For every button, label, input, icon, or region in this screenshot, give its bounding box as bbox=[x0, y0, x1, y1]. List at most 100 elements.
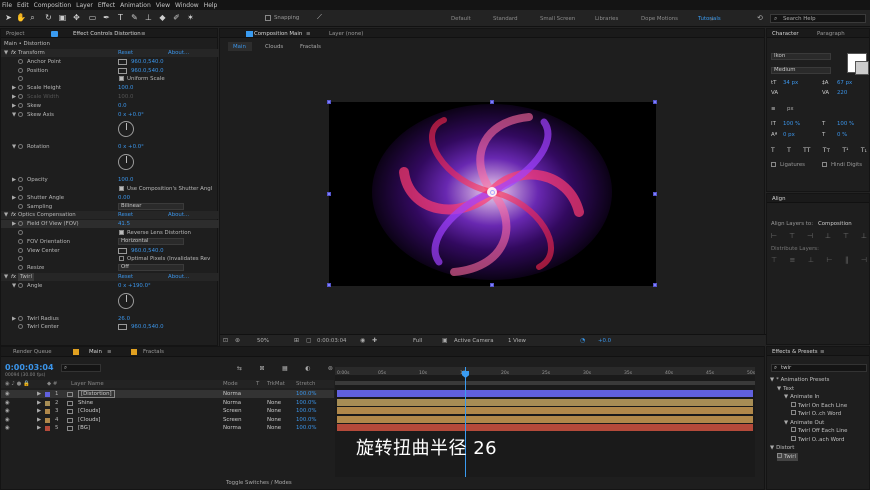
effect-dropdown[interactable]: Off bbox=[118, 264, 184, 272]
layer-label-color[interactable] bbox=[45, 426, 50, 432]
stopwatch-icon[interactable] bbox=[18, 58, 23, 64]
camera-view-dropdown[interactable]: Active Camera bbox=[454, 338, 494, 344]
eye-icon[interactable]: ◉ bbox=[5, 416, 10, 424]
stopwatch-icon[interactable] bbox=[18, 186, 23, 191]
col-trkmat[interactable]: TrkMat bbox=[267, 381, 285, 387]
layer-trkmat-dropdown[interactable]: None bbox=[267, 416, 281, 424]
tab-fractals[interactable]: Fractals bbox=[143, 349, 164, 355]
stopwatch-icon[interactable] bbox=[18, 203, 23, 209]
magnification-dropdown[interactable]: 50% bbox=[257, 338, 269, 344]
workspace-dope-motions[interactable]: Dope Motions bbox=[641, 16, 678, 22]
twirl-right-icon[interactable]: ▶ bbox=[37, 407, 41, 415]
zoom-tool-icon[interactable]: ⌕ bbox=[28, 13, 37, 22]
leading-value[interactable]: 67 px bbox=[837, 80, 852, 86]
layer-bounding-handle[interactable] bbox=[327, 192, 331, 196]
angle-dial[interactable] bbox=[118, 154, 134, 171]
layer-bounding-handle[interactable] bbox=[653, 100, 657, 104]
toggle-switches-modes[interactable]: Toggle Switches / Modes bbox=[226, 480, 292, 486]
layer-name[interactable]: [Clouds] bbox=[78, 407, 100, 415]
effects-tree-item[interactable]: Twirl O..ch Word bbox=[791, 410, 841, 418]
stopwatch-icon[interactable] bbox=[18, 282, 23, 288]
time-ruler[interactable]: 0:00s05s10s15s20s25s30s35s40s45s50s bbox=[335, 370, 755, 380]
effect-checkbox[interactable] bbox=[119, 256, 124, 262]
layer-stretch[interactable]: 100.0% bbox=[296, 399, 317, 407]
stopwatch-icon[interactable] bbox=[18, 247, 23, 253]
effect-param-value[interactable]: 0.0 bbox=[118, 102, 127, 110]
tab-effects-presets[interactable]: Effects & Presets bbox=[772, 349, 818, 355]
effect-reset-link[interactable]: Reset bbox=[118, 273, 133, 281]
twirl-right-icon[interactable]: ▶ bbox=[12, 102, 16, 110]
crosshair-icon[interactable] bbox=[118, 247, 127, 254]
tab-character[interactable]: Character bbox=[772, 31, 799, 37]
tab-layer-none[interactable]: Layer (none) bbox=[329, 31, 363, 37]
region-of-interest-icon[interactable]: ▣ bbox=[442, 337, 448, 344]
timeline-switches[interactable]: ⇆ ⊠ ▦ ◐ ⊚ bbox=[237, 365, 333, 373]
horizontal-scale-value[interactable]: 100 % bbox=[837, 121, 854, 127]
layer-mode-dropdown[interactable]: Screen bbox=[223, 416, 242, 424]
eraser-tool-icon[interactable]: ◆ bbox=[158, 13, 167, 22]
effect-checkbox[interactable] bbox=[119, 186, 124, 191]
align-to-dropdown[interactable]: Composition bbox=[818, 221, 852, 227]
layer-bounding-handle[interactable] bbox=[490, 100, 494, 104]
layer-trkmat-dropdown[interactable]: None bbox=[267, 399, 281, 407]
tab-composition-main[interactable]: Composition Main bbox=[254, 31, 302, 37]
effects-tree-item[interactable]: Twirl Off Each Line bbox=[791, 427, 847, 435]
twirl-right-icon[interactable]: ▶ bbox=[12, 176, 16, 184]
navigator-bar[interactable] bbox=[335, 381, 755, 385]
current-time[interactable]: 0:00:03:04 bbox=[317, 338, 346, 344]
twirl-right-icon[interactable]: ▶ bbox=[37, 399, 41, 407]
tab-project[interactable]: Project bbox=[6, 31, 24, 37]
effect-dropdown[interactable]: Horizontal bbox=[118, 237, 184, 245]
stopwatch-icon[interactable] bbox=[18, 85, 23, 91]
stopwatch-icon[interactable] bbox=[18, 221, 23, 227]
menu-composition[interactable]: Composition bbox=[34, 2, 71, 9]
layer-trkmat-dropdown[interactable]: None bbox=[267, 424, 281, 432]
effect-about-link[interactable]: About... bbox=[168, 211, 189, 219]
mask-visibility-icon[interactable]: ▢ bbox=[306, 337, 312, 344]
effect-checkbox[interactable] bbox=[119, 230, 124, 235]
twirl-down-icon[interactable]: ▼ bbox=[12, 143, 16, 151]
comp-panel-menu-icon[interactable]: ≡ bbox=[306, 31, 311, 37]
layer-duration-bar[interactable] bbox=[337, 415, 753, 423]
effect-param-value[interactable]: 960.0,540.0 bbox=[131, 323, 164, 331]
effects-tree-item[interactable]: ▼ Distort bbox=[770, 444, 794, 452]
breadcrumb-clouds[interactable]: Clouds bbox=[265, 44, 283, 50]
workspace-default[interactable]: Default bbox=[451, 16, 471, 22]
tab-align[interactable]: Align bbox=[772, 196, 786, 202]
twirl-down-icon[interactable]: ▼ bbox=[4, 49, 8, 57]
stroke-unit[interactable]: px bbox=[787, 106, 794, 112]
stopwatch-icon[interactable] bbox=[18, 177, 23, 183]
layer-row[interactable]: ◉ ▶ 5 [BG] Norma None 100.0% bbox=[1, 424, 334, 432]
timeline-panel-menu-icon[interactable]: ≡ bbox=[107, 349, 112, 355]
layer-duration-bar[interactable] bbox=[337, 398, 753, 406]
tab-main[interactable]: Main bbox=[89, 349, 102, 355]
menu-effect[interactable]: Effect bbox=[98, 2, 115, 9]
effects-tree-item[interactable]: ▼ Animate Out bbox=[784, 419, 824, 427]
layer-name[interactable]: [Distortion] bbox=[78, 390, 115, 398]
fx-icon[interactable]: fx bbox=[11, 211, 16, 219]
effect-dropdown[interactable]: Bilinear bbox=[118, 202, 184, 210]
effect-param-value[interactable]: 41.5 bbox=[118, 220, 130, 228]
twirl-right-icon[interactable]: ▶ bbox=[12, 84, 16, 92]
camera-tool-icon[interactable]: ▣ bbox=[58, 13, 67, 22]
layer-label-color[interactable] bbox=[45, 392, 50, 397]
effects-tree-item[interactable]: Twirl On Each Line bbox=[791, 401, 847, 410]
distribute-buttons[interactable]: ⊤ ≡ ⊥ ⊢ ‖ ⊣ bbox=[771, 256, 867, 264]
tab-render-queue[interactable]: Render Queue bbox=[13, 349, 52, 355]
timeline-current-time[interactable]: 0:00:03:04 bbox=[5, 363, 54, 372]
panel-menu-icon[interactable]: ≡ bbox=[141, 31, 146, 37]
effects-tree-item[interactable]: Twirl O..ach Word bbox=[791, 435, 844, 444]
tsume-value[interactable]: 0 % bbox=[837, 132, 847, 138]
twirl-right-icon[interactable]: ▶ bbox=[12, 220, 16, 228]
eye-icon[interactable]: ◉ bbox=[5, 399, 10, 407]
effect-checkbox[interactable] bbox=[119, 76, 124, 82]
selection-tool-icon[interactable]: ➤ bbox=[4, 13, 13, 22]
twirl-down-icon[interactable]: ▼ bbox=[4, 273, 8, 281]
tab-effect-controls[interactable]: Effect Controls Distortion bbox=[73, 31, 141, 37]
snapshot-icon[interactable]: ◉ bbox=[360, 337, 365, 344]
grid-icon[interactable]: ⊞ bbox=[294, 337, 299, 344]
vertical-scale-value[interactable]: 100 % bbox=[783, 121, 800, 127]
stopwatch-icon[interactable] bbox=[18, 238, 23, 244]
stopwatch-icon[interactable] bbox=[18, 111, 23, 117]
roto-brush-tool-icon[interactable]: ✐ bbox=[172, 13, 181, 22]
